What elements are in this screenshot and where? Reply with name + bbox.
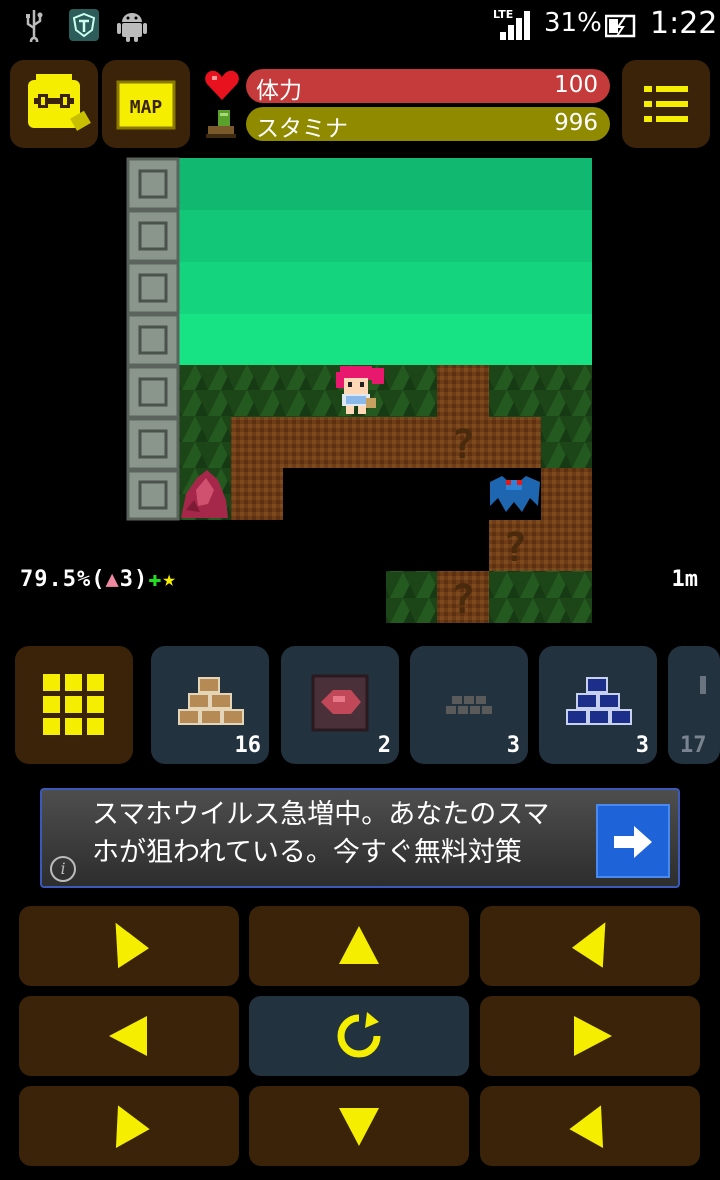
progress-tail: ): [133, 567, 149, 592]
battery-icon: [605, 14, 636, 38]
unknown-tile-icon: ?: [451, 422, 475, 468]
item-slot-4[interactable]: 3: [539, 646, 657, 764]
menu-button[interactable]: [622, 60, 710, 148]
stone-wall: [126, 157, 180, 521]
map-icon: MAP: [116, 80, 176, 130]
item-count: 2: [377, 733, 391, 758]
star-icon: ★: [162, 567, 177, 592]
arrow-down-icon: [339, 1108, 379, 1146]
item-slot-2[interactable]: 2: [281, 646, 399, 764]
dirt-tile: [541, 468, 592, 520]
list-menu-icon: [644, 86, 688, 122]
water-tile: [179, 210, 592, 262]
android-icon: [117, 13, 147, 42]
item-slot-1[interactable]: 16: [151, 646, 269, 764]
info-icon[interactable]: i: [50, 856, 76, 882]
arrow-up-icon: [339, 926, 379, 964]
arrow-right-icon: [574, 1016, 612, 1056]
arrow-left-icon: [109, 1016, 147, 1056]
map-label: MAP: [130, 97, 163, 118]
bag-icon: [28, 74, 91, 131]
grass-tile: [489, 571, 592, 623]
battery-percent: 31%: [544, 8, 602, 38]
grass-tile: [386, 571, 437, 623]
move-up-right-button[interactable]: [19, 1086, 239, 1166]
ad-text: スマホウイルス急増中。あなたのスマ ホが狙われている。今すぐ無料対策: [92, 796, 612, 872]
progress-level: 3: [119, 567, 134, 592]
grid-icon: [43, 674, 104, 735]
arrow-down-left-icon: [571, 922, 606, 968]
arrow-up-left-icon: [569, 1105, 604, 1149]
stamina-label: スタミナ: [256, 116, 348, 142]
rotate-button[interactable]: [249, 996, 469, 1076]
inventory-grid-button[interactable]: [15, 646, 133, 764]
stamina-value: 996: [554, 110, 598, 136]
signal-icon: [500, 11, 530, 40]
move-up-left-button[interactable]: [480, 1086, 700, 1166]
item-slot-5[interactable]: 17: [668, 646, 720, 764]
item-count: 17: [680, 733, 707, 758]
boot-icon: [206, 110, 236, 138]
game-map[interactable]: ? ? ?: [0, 150, 720, 630]
item-count: 3: [506, 733, 520, 758]
dirt-tile: [231, 417, 541, 468]
ad-arrow-button[interactable]: [596, 804, 670, 878]
arrow-down-right-icon: [115, 922, 149, 969]
hp-label: 体力: [256, 78, 302, 104]
stamina-bar: スタミナ 996: [246, 107, 610, 142]
heart-icon: [205, 70, 239, 100]
dirt-tile: [437, 365, 489, 417]
water-tile: [179, 262, 592, 314]
move-down-button[interactable]: [249, 1086, 469, 1166]
move-down-right-button[interactable]: [19, 906, 239, 986]
progress-level-icon: ▲: [105, 567, 120, 592]
dirt-tile: [231, 468, 283, 520]
item-count: 3: [635, 733, 649, 758]
status-bar: LTE 31% 1:22: [0, 0, 720, 50]
clock: 1:22: [650, 6, 718, 41]
depth-readout: 1m: [671, 567, 699, 592]
ad-banner[interactable]: スマホウイルス急増中。あなたのスマ ホが狙われている。今すぐ無料対策 i: [40, 788, 680, 888]
unknown-tile-icon: ?: [503, 525, 527, 571]
usb-icon: [26, 10, 43, 42]
move-left-button[interactable]: [19, 996, 239, 1076]
ad-text-line: スマホウイルス急増中。あなたのスマ: [92, 799, 550, 830]
progress-readout: 79.5%(▲3)✚★: [20, 567, 177, 592]
water-tile: [179, 158, 592, 210]
unknown-tile-icon: ?: [451, 577, 475, 623]
move-right-button[interactable]: [480, 996, 700, 1076]
arrow-up-right-icon: [115, 1105, 150, 1149]
shield-app-icon: [69, 9, 99, 41]
bag-button[interactable]: [10, 60, 98, 148]
move-down-left-button[interactable]: [480, 906, 700, 986]
green-cross-icon: ✚: [148, 567, 163, 592]
rotate-icon: [337, 1012, 381, 1058]
hp-bar: 体力 100: [246, 69, 610, 104]
ad-text-line: ホが狙われている。今すぐ無料対策: [92, 837, 522, 868]
map-button[interactable]: MAP: [102, 60, 190, 148]
move-up-button[interactable]: [249, 906, 469, 986]
progress-percent: 79.5%(: [20, 567, 106, 592]
item-count: 16: [234, 733, 262, 758]
item-slot-3[interactable]: 3: [410, 646, 528, 764]
arrow-right-icon: [614, 826, 652, 858]
bat-enemy: [490, 476, 540, 512]
hp-value: 100: [554, 72, 598, 98]
water-tile: [179, 314, 592, 365]
